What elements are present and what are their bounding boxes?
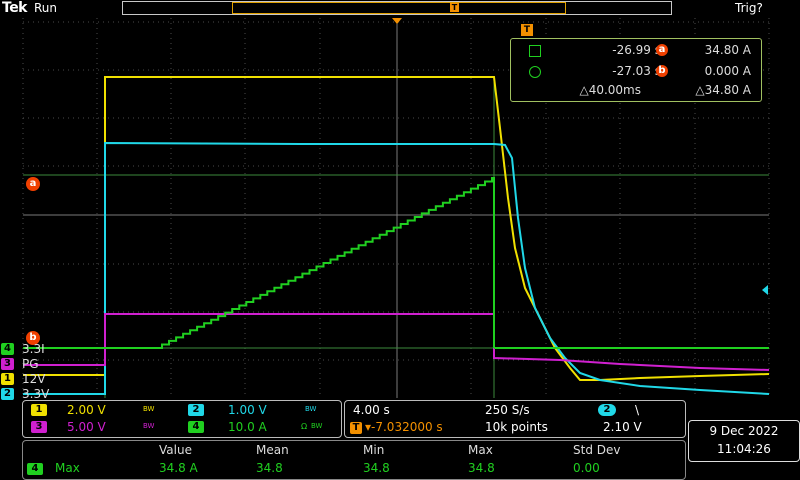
trigger-position-badge-icon: T (350, 422, 362, 434)
meas-mean: 34.8 (256, 461, 283, 475)
cursor-readout-panel: -26.99 s a 34.80 A -27.03 s b 0.000 A △4… (510, 38, 762, 102)
ch1-scale[interactable]: 2.00 V (67, 402, 106, 418)
acquisition-state[interactable]: Run (34, 1, 57, 15)
trigger-slope-icon[interactable]: \ (635, 402, 639, 418)
trigger-icon: T (521, 24, 533, 36)
cursor-a-square-icon (529, 45, 541, 57)
meas-value: 34.8 A (159, 461, 198, 475)
cursor-delta-value: △34.80 A (695, 83, 751, 97)
ch1-ref-badge[interactable]: 1 (1, 373, 14, 385)
meas-header-min: Min (363, 443, 385, 457)
cursor-b-icon: b (656, 65, 668, 77)
ch3-waveform (23, 313, 770, 371)
trigger-source-button[interactable]: 2 (598, 404, 616, 416)
date-display: 9 Dec 2022 (709, 424, 779, 438)
trigger-position-icon: T (450, 3, 459, 12)
meas-header-mean: Mean (256, 443, 289, 457)
ch4-ref-label: 3.3I (22, 342, 45, 356)
cursor-a-marker[interactable]: a (26, 177, 40, 191)
ch3-ref-label: PG (22, 357, 39, 371)
ch1-button[interactable]: 1 (31, 404, 47, 416)
ch4-bw-icon: BW (311, 422, 323, 430)
trigger-level[interactable]: 2.10 V (603, 419, 642, 435)
ch1-bw-icon: BW (143, 405, 155, 413)
ch3-ref-badge[interactable]: 3 (1, 358, 14, 370)
record-view-window[interactable] (232, 2, 566, 14)
cursor-b-time: -27.03 s (612, 64, 661, 78)
cursor-lines[interactable] (23, 76, 769, 398)
ch2-ref-badge[interactable]: 2 (1, 388, 14, 400)
ch3-bw-icon: BW (143, 422, 155, 430)
ch2-bw-icon: BW (305, 405, 317, 413)
horizontal-scale[interactable]: 4.00 s (353, 402, 390, 418)
ch1-ref-label: 12V (22, 372, 46, 386)
meas-header-stddev: Std Dev (573, 443, 621, 457)
horizontal-position[interactable]: ▾-7.032000 s (365, 419, 443, 435)
sample-rate: 250 S/s (485, 403, 530, 417)
meas-stddev: 0.00 (573, 461, 600, 475)
ch2-button[interactable]: 2 (188, 404, 204, 416)
cursor-b-value: 0.000 A (704, 64, 751, 78)
ch2-ref-label: 3.3V (22, 387, 50, 401)
ch3-button[interactable]: 3 (31, 421, 47, 433)
ch4-ref-badge[interactable]: 4 (1, 343, 14, 355)
datetime-panel: 9 Dec 2022 11:04:26 (688, 420, 800, 462)
cursor-a-value: 34.80 A (704, 43, 751, 57)
trigger-level-icon[interactable] (762, 285, 768, 295)
brand-logo: Tek (2, 0, 28, 16)
cursor-a-icon: a (656, 44, 668, 56)
ch3-scale[interactable]: 5.00 V (67, 419, 106, 435)
ch2-waveform (23, 141, 770, 395)
measurement-panel: Value Mean Min Max Std Dev 4 Max 34.8 A … (22, 440, 686, 480)
channel-reference-labels: 4 3.3I 3 PG 1 12V 2 3.3V (0, 340, 60, 401)
trigger-center-marker (392, 18, 402, 24)
meas-name[interactable]: Max (55, 461, 80, 475)
cursor-a-time: -26.99 s (612, 43, 661, 57)
record-length[interactable]: 10k points (485, 419, 548, 435)
meas-header-value: Value (159, 443, 192, 457)
ch4-button[interactable]: 4 (188, 421, 204, 433)
cursor-b-circle-icon (529, 66, 541, 78)
ch4-waveform (23, 177, 495, 349)
time-display: 11:04:26 (717, 442, 771, 456)
meas-min: 34.8 (363, 461, 390, 475)
meas-source-badge[interactable]: 4 (27, 463, 43, 475)
ch2-scale[interactable]: 1.00 V (228, 402, 267, 418)
cursor-delta-time: △40.00ms (579, 83, 641, 97)
vertical-settings-panel: 1 2.00 V BW 2 1.00 V BW 3 5.00 V BW 4 10… (22, 400, 342, 438)
meas-header-max: Max (468, 443, 493, 457)
meas-max: 34.8 (468, 461, 495, 475)
horizontal-trigger-panel: 4.00 s 250 S/s T ▾-7.032000 s 10k points… (344, 400, 686, 438)
ch4-scale[interactable]: 10.0 A (228, 419, 267, 435)
trigger-state: Trig? (735, 1, 763, 15)
ch4-probe-icon: Ω (301, 422, 308, 431)
